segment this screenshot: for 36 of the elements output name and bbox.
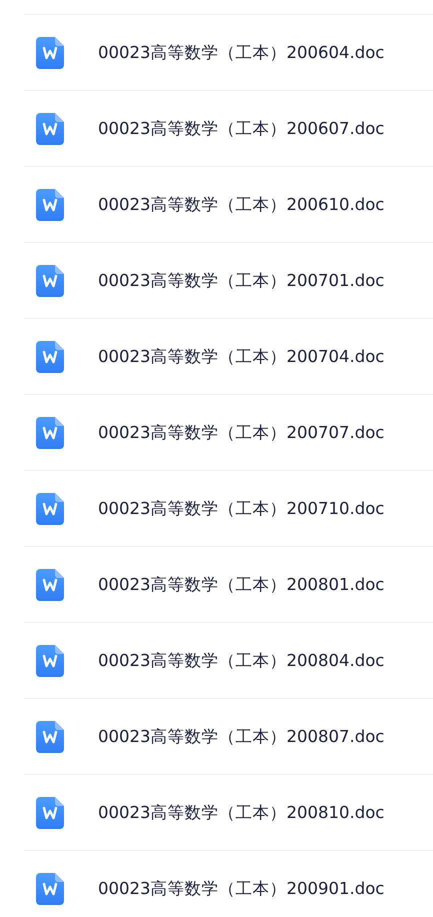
- document-icon: [36, 872, 64, 904]
- file-name: 00023高等数学（工本）200810.doc: [98, 802, 384, 824]
- document-icon: [36, 188, 64, 220]
- file-row[interactable]: 00023高等数学（工本）200810.doc: [24, 774, 433, 850]
- file-name: 00023高等数学（工本）200710.doc: [98, 498, 384, 520]
- document-icon: [36, 416, 64, 448]
- file-row[interactable]: 00023高等数学（工本）200807.doc: [24, 698, 433, 774]
- document-icon: [36, 644, 64, 676]
- file-row[interactable]: 00023高等数学（工本）200701.doc: [24, 242, 433, 318]
- file-name: 00023高等数学（工本）200804.doc: [98, 650, 384, 672]
- document-icon: [36, 340, 64, 372]
- file-row[interactable]: 00023高等数学（工本）200704.doc: [24, 318, 433, 394]
- document-icon: [36, 568, 64, 600]
- file-name: 00023高等数学（工本）200610.doc: [98, 194, 384, 216]
- file-name: 00023高等数学（工本）200901.doc: [98, 878, 384, 900]
- document-icon: [36, 112, 64, 144]
- file-row[interactable]: 00023高等数学（工本）200901.doc: [24, 850, 433, 917]
- document-icon: [36, 720, 64, 752]
- document-icon: [36, 264, 64, 296]
- file-name: 00023高等数学（工本）200701.doc: [98, 270, 384, 292]
- document-icon: [36, 36, 64, 68]
- file-row[interactable]: 00023高等数学（工本）200610.doc: [24, 166, 433, 242]
- file-name: 00023高等数学（工本）200707.doc: [98, 422, 384, 444]
- file-name: 00023高等数学（工本）200604.doc: [98, 42, 384, 64]
- file-row[interactable]: 00023高等数学（工本）200707.doc: [24, 394, 433, 470]
- file-row[interactable]: 00023高等数学（工本）200604.doc: [24, 14, 433, 90]
- file-row[interactable]: 00023高等数学（工本）200801.doc: [24, 546, 433, 622]
- document-icon: [36, 796, 64, 828]
- file-row[interactable]: 00023高等数学（工本）200710.doc: [24, 470, 433, 546]
- file-name: 00023高等数学（工本）200607.doc: [98, 118, 384, 140]
- file-name: 00023高等数学（工本）200704.doc: [98, 346, 384, 368]
- document-icon: [36, 492, 64, 524]
- file-name: 00023高等数学（工本）200801.doc: [98, 574, 384, 596]
- file-row[interactable]: 00023高等数学（工本）200804.doc: [24, 622, 433, 698]
- file-row[interactable]: 00023高等数学（工本）200607.doc: [24, 90, 433, 166]
- file-name: 00023高等数学（工本）200807.doc: [98, 726, 384, 748]
